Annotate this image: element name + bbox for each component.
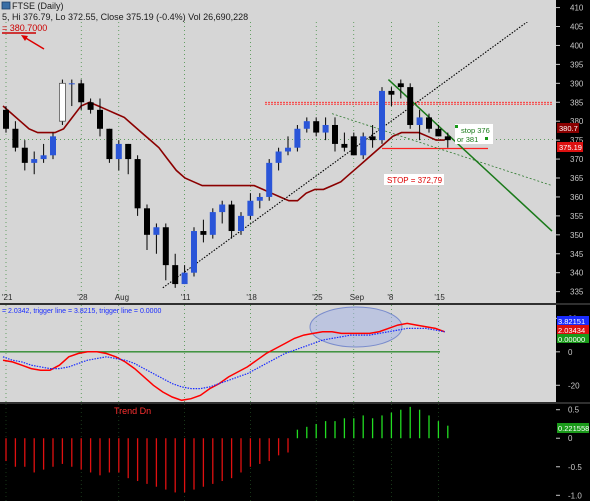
trend-axis: 0.5 0 -0.5 -1.0 (556, 406, 582, 500)
candle-body (303, 121, 310, 129)
candle-body (332, 124, 338, 144)
y-tick-label: 365 (570, 174, 584, 183)
candle-body (162, 227, 169, 266)
signal-value-label: 2.03434 (558, 326, 585, 335)
x-tick-label: Aug (115, 293, 129, 302)
x-tick-label: '8 (387, 293, 394, 302)
candle-body (144, 208, 150, 235)
candle-body (379, 90, 385, 141)
candle-body (181, 272, 188, 285)
y-tick-label: 370 (570, 155, 584, 164)
candle-body (388, 90, 395, 95)
candle-body (40, 155, 47, 160)
candle-body (256, 196, 263, 201)
y-tick-label: 405 (570, 23, 584, 32)
close-price-label: 375.19 (559, 143, 582, 152)
trend-title: Trend Dn (114, 406, 151, 416)
candle-body (68, 83, 75, 85)
candle-body (87, 102, 94, 110)
macd-value-label: 3.82151 (558, 317, 585, 326)
candle-body (78, 83, 85, 103)
candle-body (191, 231, 197, 273)
chart-window: 335 340 345 350 355 360 365 370 375 380 385 390 395 4… (0, 0, 590, 501)
candle-body (219, 204, 226, 213)
candle-body (31, 159, 38, 163)
x-tick-label: '15 (434, 293, 445, 302)
y-tick-label: 0 (568, 434, 573, 443)
y-tick-label: 395 (570, 60, 584, 69)
y-tick-label: 350 (570, 231, 584, 240)
candle-body (153, 227, 160, 235)
zero-value-label: 0.00000 (558, 335, 585, 344)
stop-box-label: STOP = 372,79 (387, 176, 443, 185)
candle-body (341, 143, 348, 148)
candle-body (285, 147, 291, 152)
y-tick-label: -1.0 (568, 491, 582, 500)
x-tick-label: '28 (77, 293, 88, 302)
candle-body (172, 265, 179, 285)
x-tick-label: '11 (181, 293, 191, 302)
y-tick-label: 385 (570, 98, 584, 107)
candle-body (313, 121, 320, 133)
candle-body (50, 136, 56, 156)
chart-canvas[interactable]: 3353403453503553603653703753803853903954… (0, 0, 590, 501)
y-tick-label: 400 (570, 41, 584, 50)
x-tick-label: Sep (350, 293, 365, 302)
candle-body (228, 204, 235, 232)
y-tick-label: 0 (568, 348, 573, 357)
last-price-label: 380.7 (559, 124, 578, 133)
ohlc-readout: 5, Hi 376.79, Lo 372.55, Close 375.19 (-… (2, 12, 248, 22)
candle-body (59, 82, 66, 122)
candle-body (97, 109, 103, 129)
candle-body (369, 136, 376, 141)
stop-note-line2: or 381 (457, 135, 478, 144)
x-tick-label: '18 (246, 293, 257, 302)
candle-body (360, 136, 367, 156)
candle-body (247, 200, 254, 216)
candle-body (407, 87, 414, 125)
y-tick-label: 335 (570, 288, 584, 297)
reference-price: = 380.7000 (2, 23, 47, 33)
stop-note-line1: stop 376 (461, 126, 490, 135)
candle-body (435, 128, 442, 137)
candle-body (275, 151, 282, 163)
y-tick-label: 410 (570, 4, 584, 13)
candle-body (200, 231, 207, 235)
x-tick-label: '25 (312, 293, 323, 302)
macd-legend: = 2.0342, trigger line = 3.8215, trigger… (2, 308, 161, 315)
candle-body (426, 117, 432, 129)
chart-title: FTSE (Daily) (12, 1, 64, 11)
candle-body (350, 136, 357, 156)
candle-body (12, 128, 19, 148)
candle-body (106, 128, 113, 160)
candle-body (134, 159, 141, 209)
y-tick-label: 360 (570, 193, 584, 202)
y-tick-label: 345 (570, 250, 584, 259)
chart-menu-icon[interactable] (1, 1, 11, 10)
candle-body (125, 143, 132, 160)
candle-body (3, 109, 9, 129)
highlight-ellipse (309, 306, 403, 348)
stop-marker-dot (485, 137, 488, 140)
candle-body (294, 128, 301, 148)
y-tick-label: -0.5 (568, 463, 582, 472)
candle-body (416, 117, 423, 125)
y-tick-label: 340 (570, 269, 584, 278)
candle-body (444, 136, 451, 141)
macd-panel-bg (0, 305, 556, 402)
candle-body (397, 83, 404, 88)
y-tick-label: 355 (570, 212, 584, 221)
candle-body (266, 162, 273, 197)
stop-marker-dot (455, 125, 458, 128)
y-tick-label: 390 (570, 79, 584, 88)
trend-value-label: 0.221558 (558, 424, 589, 433)
candle-body (115, 143, 122, 160)
x-tick-label: '21 (2, 293, 13, 302)
y-tick-label: -20 (568, 381, 580, 390)
candle-body (238, 215, 244, 232)
candle-body (21, 147, 28, 163)
y-tick-label: 0.5 (568, 406, 580, 415)
candle-body (209, 212, 216, 235)
candle-body (322, 124, 329, 133)
